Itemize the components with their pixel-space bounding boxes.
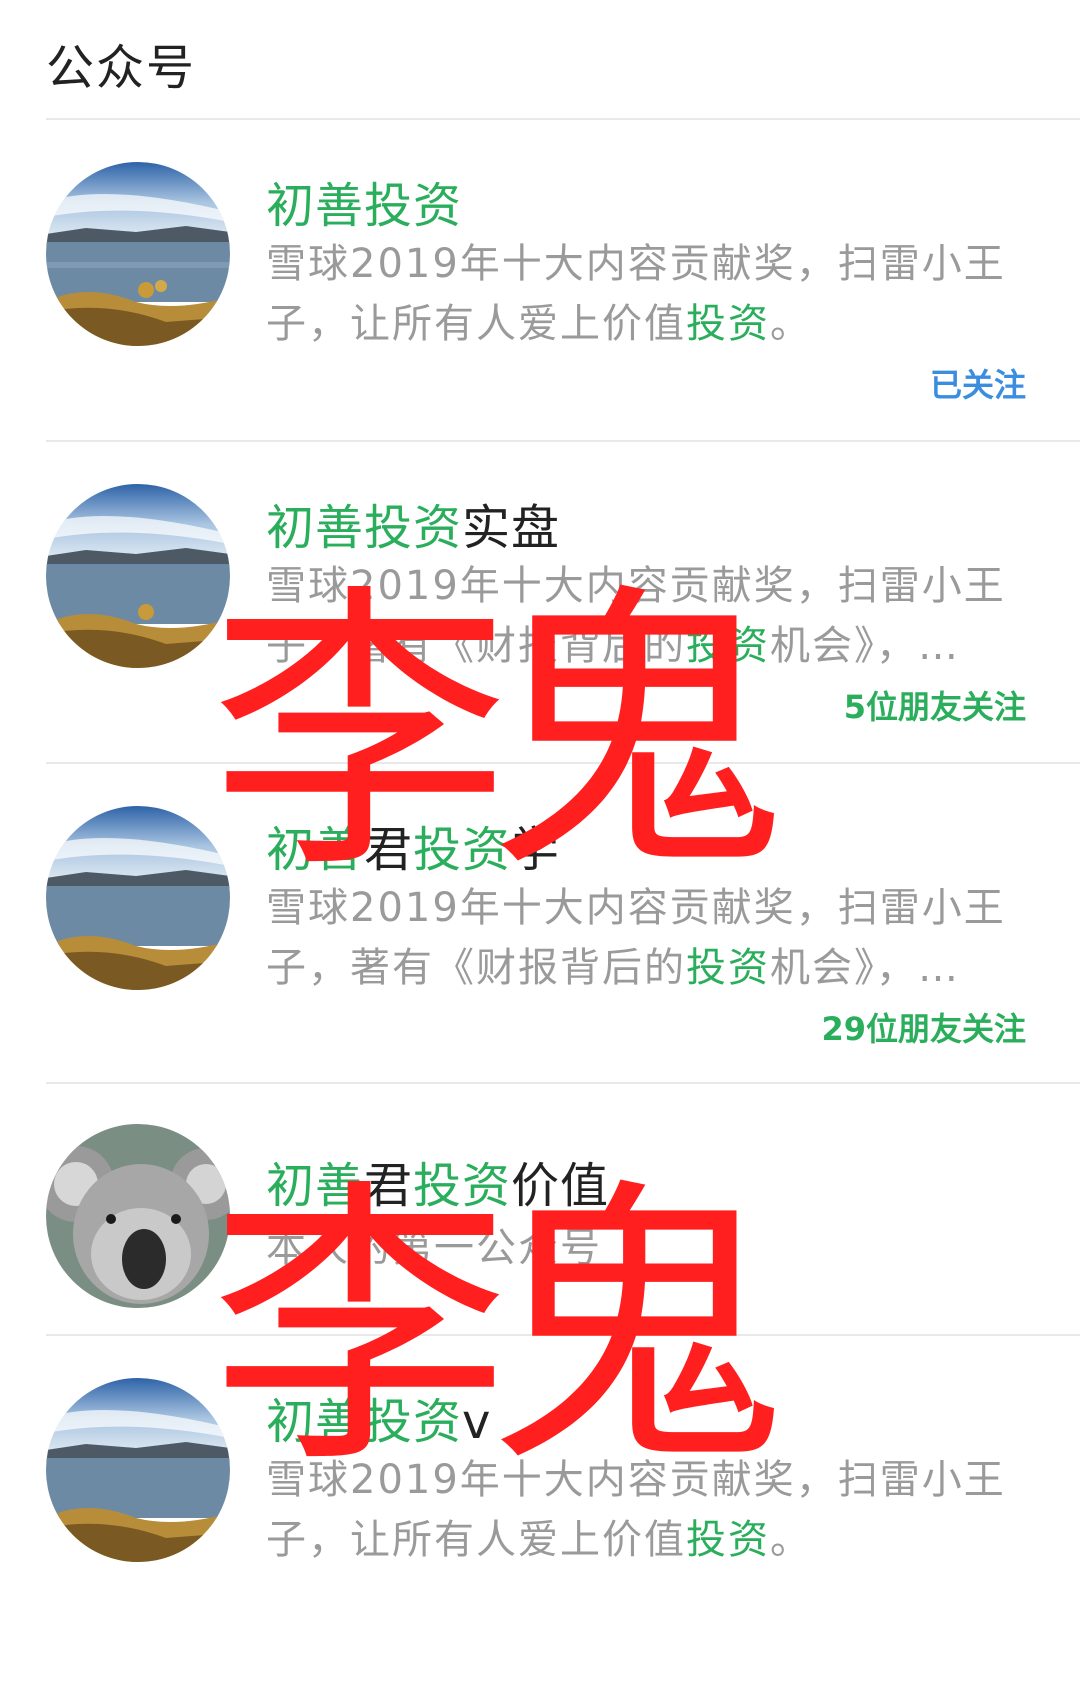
account-row-5[interactable]: 初善投资v 雪球2019年十大内容贡献奖，扫雷小王子，让所有人爱上价值投资。 <box>0 1336 1080 1707</box>
name-highlight: 初善投资 <box>266 500 463 556</box>
lake-landscape-avatar <box>46 162 230 346</box>
desc-text: 雪球2019年十大内容贡献奖，扫雷小王子，让所有人爱上价值 <box>266 1457 1006 1563</box>
name-highlight: 初善 <box>266 822 365 878</box>
account-name: 初善投资 <box>266 166 462 236</box>
account-description: 雪球2019年十大内容贡献奖，扫雷小王子，著有《财报背后的投资机会》，… <box>266 556 1036 676</box>
lake-landscape-avatar <box>46 1378 230 1562</box>
lake-landscape-avatar <box>46 484 230 668</box>
header: 公众号 <box>0 0 1080 128</box>
name-highlight: 初善投资 <box>266 178 463 234</box>
desc-text-end: 。 <box>770 301 812 347</box>
account-description: 本人的第一公众号 <box>266 1218 1036 1278</box>
koala-avatar <box>46 1124 230 1308</box>
desc-text-end: 机会》，… <box>770 945 960 991</box>
lake-landscape-avatar <box>46 806 230 990</box>
desc-highlight: 投资 <box>686 301 770 347</box>
name-highlight-2: 投资 <box>413 822 512 878</box>
friends-following-status: 29位朋友关注 <box>821 1010 1026 1048</box>
desc-highlight: 投资 <box>686 945 770 991</box>
name-mid: 君 <box>364 1158 414 1214</box>
desc-highlight: 投资 <box>686 1517 770 1563</box>
account-name: 初善君投资价值 <box>266 1146 609 1216</box>
page-title: 公众号 <box>46 40 197 96</box>
desc-text-end: 。 <box>770 1517 812 1563</box>
desc-text: 雪球2019年十大内容贡献奖，扫雷小王子，让所有人爱上价值 <box>266 241 1006 347</box>
name-rest: 实盘 <box>462 500 561 556</box>
account-description: 雪球2019年十大内容贡献奖，扫雷小王子，让所有人爱上价值投资。 <box>266 234 1036 354</box>
name-rest: 价值 <box>511 1158 610 1214</box>
account-description: 雪球2019年十大内容贡献奖，扫雷小王子，让所有人爱上价值投资。 <box>266 1450 1036 1570</box>
desc-text: 本人的第一公众号 <box>266 1225 602 1271</box>
account-row-1[interactable]: 初善投资 雪球2019年十大内容贡献奖，扫雷小王子，让所有人爱上价值投资。 已关… <box>0 120 1080 440</box>
account-row-3[interactable]: 初善君投资学 雪球2019年十大内容贡献奖，扫雷小王子，著有《财报背后的投资机会… <box>0 764 1080 1082</box>
account-name: 初善君投资学 <box>266 810 560 880</box>
account-name: 初善投资实盘 <box>266 488 560 558</box>
name-highlight: 初善投资 <box>266 1394 463 1450</box>
name-rest: v <box>462 1394 492 1450</box>
name-highlight: 初善 <box>266 1158 365 1214</box>
account-row-4[interactable]: 初善君投资价值 本人的第一公众号 <box>0 1084 1080 1334</box>
account-description: 雪球2019年十大内容贡献奖，扫雷小王子，著有《财报背后的投资机会》，… <box>266 878 1036 998</box>
friends-following-status: 5位朋友关注 <box>843 688 1026 726</box>
desc-highlight: 投资 <box>686 623 770 669</box>
desc-text-end: 机会》，… <box>770 623 960 669</box>
name-highlight-2: 投资 <box>413 1158 512 1214</box>
name-mid: 君 <box>364 822 414 878</box>
followed-status: 已关注 <box>929 366 1026 404</box>
account-name: 初善投资v <box>266 1382 491 1452</box>
account-row-2[interactable]: 初善投资实盘 雪球2019年十大内容贡献奖，扫雷小王子，著有《财报背后的投资机会… <box>0 442 1080 762</box>
name-rest: 学 <box>511 822 561 878</box>
